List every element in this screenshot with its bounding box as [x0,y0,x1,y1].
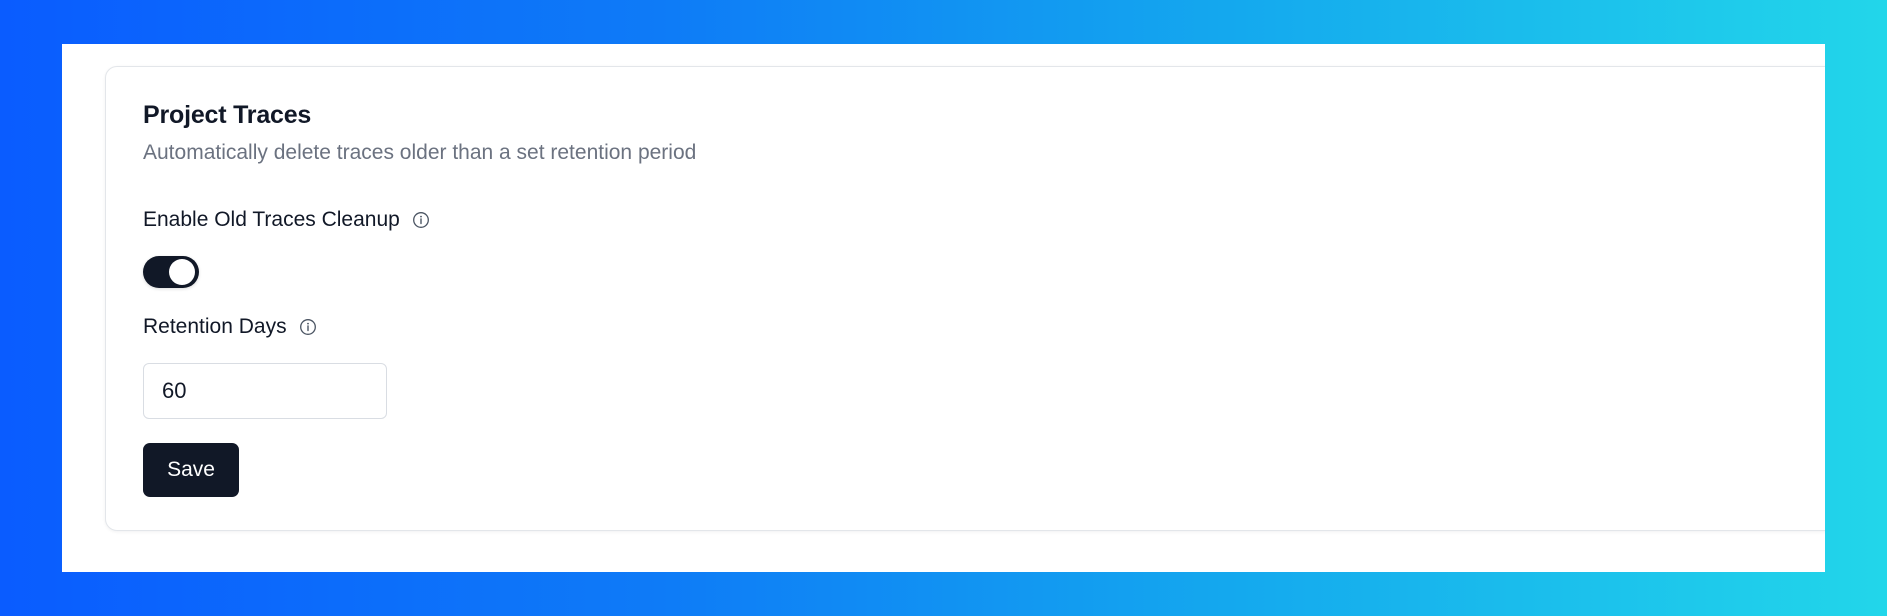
card-description: Automatically delete traces older than a… [143,141,697,164]
cleanup-field-label: Enable Old Traces Cleanup [143,208,430,232]
card-title: Project Traces [143,101,312,129]
retention-days-input[interactable] [143,363,387,419]
save-button[interactable]: Save [143,443,239,497]
retention-label-text: Retention Days [143,315,287,338]
info-icon[interactable] [299,318,317,336]
cleanup-toggle[interactable] [143,256,199,288]
info-icon[interactable] [412,211,430,229]
retention-field-label: Retention Days [143,315,317,339]
content-panel: Project Traces Automatically delete trac… [62,44,1825,572]
toggle-knob [169,259,195,285]
project-traces-card: Project Traces Automatically delete trac… [105,66,1825,531]
cleanup-label-text: Enable Old Traces Cleanup [143,208,400,231]
